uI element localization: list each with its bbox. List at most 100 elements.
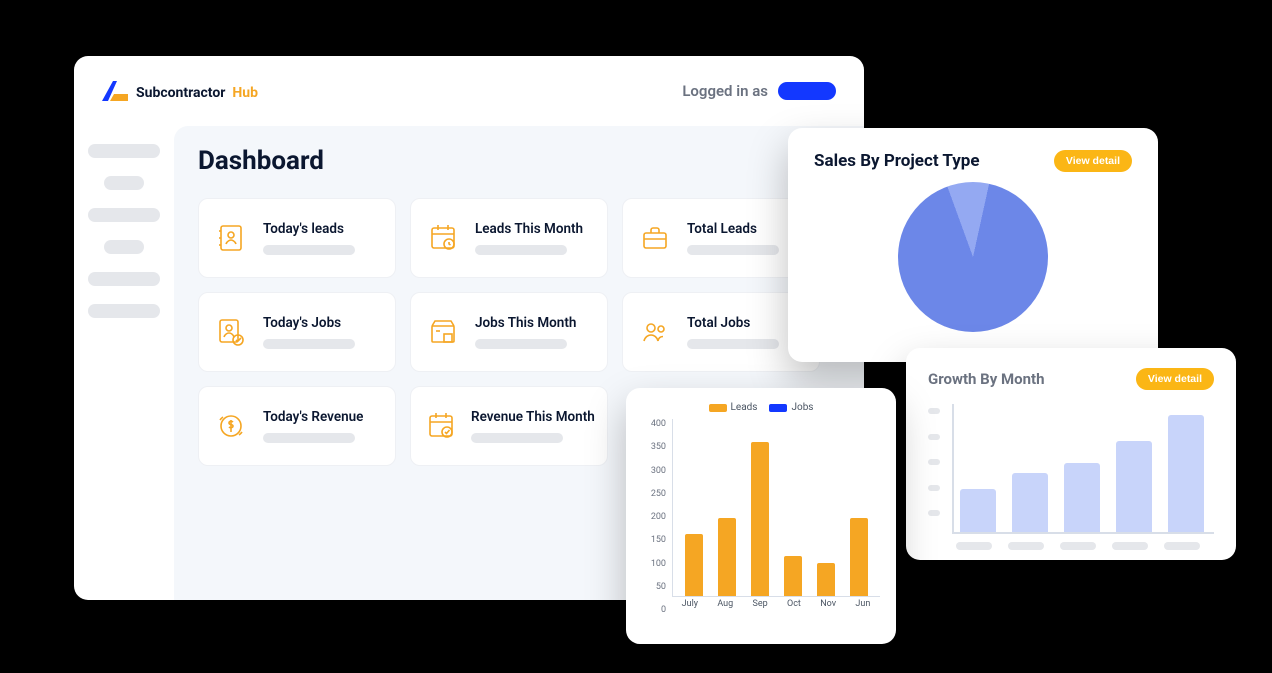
stat-label: Today's leads [263,221,355,237]
growth-title: Growth By Month [928,370,1045,388]
team-icon [637,314,673,350]
bar-ytick: 0 [642,605,666,615]
stat-value-placeholder [687,245,779,255]
brand-name-2: Hub [232,85,258,101]
bar-column [850,518,868,596]
leads-bar [685,534,703,596]
bar-xlabels: JulyAugSepOctNovJun [672,599,880,615]
leads-bar [751,442,769,596]
legend-jobs: Jobs [769,402,813,413]
sidebar-item[interactable] [88,304,160,318]
sales-pie-chart [898,182,1048,332]
stat-card-leads-this-month[interactable]: Leads This Month [410,198,608,278]
bar-ytick: 50 [642,582,666,592]
leads-bar [850,518,868,596]
contact-book-icon [213,220,249,256]
calendar-clock-icon [425,220,461,256]
growth-bar [1064,463,1100,532]
bar-column [685,534,703,596]
brand: Subcontractor Hub [102,81,258,101]
sidebar-item[interactable] [88,144,160,158]
briefcase-icon [637,220,673,256]
bar-ytick: 300 [642,466,666,476]
logged-in-label: Logged in as [682,82,768,100]
stat-value-placeholder [263,433,355,443]
bar-yaxis: 400350300250200150100500 [642,419,672,615]
sidebar-item[interactable] [88,208,160,222]
sidebar-item[interactable] [88,272,160,286]
sidebar-item[interactable] [104,240,144,254]
growth-by-month-card: Growth By Month View detail [906,348,1236,560]
bar-column [751,442,769,596]
leads-bar [718,518,736,596]
stat-label: Total Jobs [687,315,779,331]
bar-ytick: 150 [642,535,666,545]
bar-ytick: 400 [642,419,666,429]
stat-card-todays-revenue[interactable]: Today's Revenue [198,386,396,466]
growth-bar [1168,415,1204,532]
stat-label: Total Leads [687,221,779,237]
leads-jobs-chart-card: Leads Jobs 400350300250200150100500 July… [626,388,896,644]
growth-xlabel [1164,542,1200,550]
bar-xlabel: Aug [717,599,733,615]
stat-card-todays-jobs[interactable]: Today's Jobs [198,292,396,372]
growth-chart [928,404,1214,534]
brand-name-1: Subcontractor [136,85,225,101]
growth-bar [960,489,996,532]
sales-by-project-type-card: Sales By Project Type View detail [788,128,1158,362]
view-detail-button[interactable]: View detail [1136,368,1214,390]
stat-label: Today's Jobs [263,315,355,331]
bar-plot [672,419,880,597]
user-badge[interactable] [778,82,836,100]
stat-value-placeholder [263,339,355,349]
growth-bar [1116,441,1152,532]
bar-ytick: 350 [642,442,666,452]
ytick [928,408,940,414]
topbar: Subcontractor Hub Logged in as [74,56,864,126]
stat-value-placeholder [263,245,355,255]
bar-ytick: 100 [642,559,666,569]
brand-logo-icon [102,81,128,101]
calendar-check-icon [425,408,457,444]
leads-bar [817,563,835,596]
bar-column [784,556,802,596]
stat-card-todays-leads[interactable]: Today's leads [198,198,396,278]
bar-ytick: 200 [642,512,666,522]
ytick [928,485,940,491]
bar-xlabel: Sep [753,599,768,615]
growth-xlabel [956,542,992,550]
ytick [928,510,940,516]
dollar-refresh-icon [213,408,249,444]
stat-label: Today's Revenue [263,409,363,425]
stat-card-jobs-this-month[interactable]: Jobs This Month [410,292,608,372]
stat-label: Revenue This Month [471,409,595,425]
growth-xlabel [1060,542,1096,550]
bar-xlabel: Jun [855,599,870,615]
stat-label: Leads This Month [475,221,583,237]
chart-legend: Leads Jobs [642,402,880,413]
view-detail-button[interactable]: View detail [1054,150,1132,172]
stat-value-placeholder [687,339,779,349]
stat-value-placeholder [475,339,567,349]
sidebar-item[interactable] [104,176,144,190]
stat-value-placeholder [471,433,563,443]
bar-column [817,563,835,596]
legend-jobs-label: Jobs [791,402,813,413]
legend-leads: Leads [709,402,758,413]
pie-title: Sales By Project Type [814,151,980,171]
stat-label: Jobs This Month [475,315,576,331]
bar-xlabel: July [682,599,698,615]
sidebar [74,126,174,600]
user-area: Logged in as [682,82,836,100]
page-title: Dashboard [198,146,840,176]
building-store-icon [425,314,461,350]
leads-bar [784,556,802,596]
bar-column [718,518,736,596]
ytick [928,459,940,465]
growth-xlabel [1008,542,1044,550]
growth-xlabel [1112,542,1148,550]
bar-xlabel: Oct [787,599,801,615]
stat-value-placeholder [475,245,567,255]
job-contact-icon [213,314,249,350]
stat-card-revenue-this-month[interactable]: Revenue This Month [410,386,608,466]
